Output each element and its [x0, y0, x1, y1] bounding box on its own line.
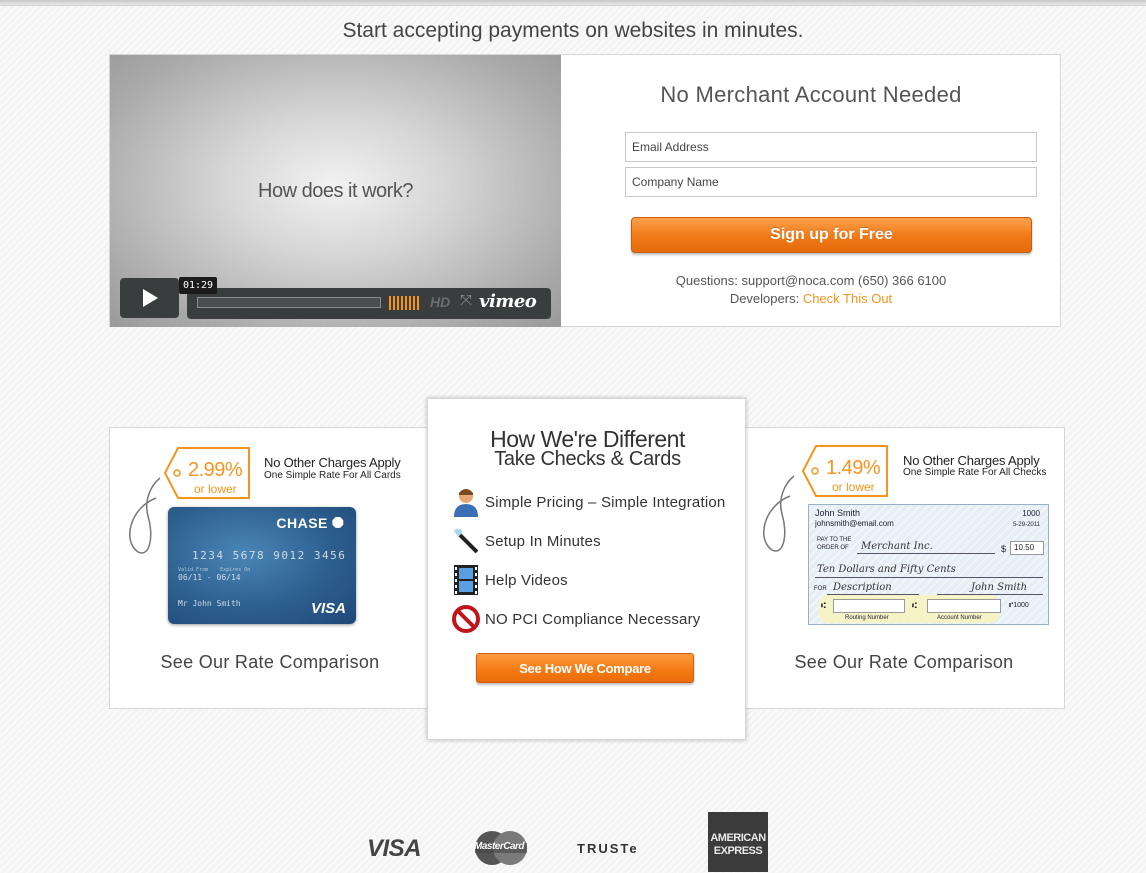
card-rate-value: 2.99%: [188, 459, 243, 481]
developers-link[interactable]: Check This Out: [803, 291, 892, 306]
how-different-panel: How We're Different Take Checks & Cards …: [427, 398, 746, 740]
check-rate-value: 1.49%: [826, 457, 881, 479]
check-apply-title: No Other Charges Apply: [903, 453, 1040, 468]
contact-info: Questions: support@noca.com (650) 366 61…: [541, 272, 1081, 308]
card-brand: VISA: [310, 600, 346, 617]
hero-panel: How does it work? HD ⤧ vimeo 01:29 No Me…: [109, 54, 1061, 327]
card-holder: Mr John Smith: [178, 599, 241, 608]
card-rate-comparison-link[interactable]: See Our Rate Comparison: [110, 652, 430, 673]
check-rate-sub: or lower: [832, 480, 875, 494]
video-player[interactable]: How does it work? HD ⤧ vimeo 01:29: [110, 55, 561, 327]
visa-logo: VISA: [367, 835, 422, 862]
credit-card-image: CHASE ⯃ 1234 5678 9012 3456 Valid From E…: [168, 507, 356, 624]
american-express-logo: AMERICAN EXPRESS: [708, 812, 768, 872]
check-rate-panel: 1.49% or lower No Other Charges Apply On…: [743, 427, 1065, 709]
person-icon: [451, 487, 481, 517]
card-rate-panel: 2.99% or lower No Other Charges Apply On…: [109, 427, 431, 709]
no-entry-icon: [451, 604, 481, 634]
card-apply-title: No Other Charges Apply: [264, 455, 401, 470]
questions-label: Questions:: [675, 273, 738, 288]
company-name-field[interactable]: [625, 167, 1037, 197]
video-title: How does it work?: [258, 180, 413, 202]
volume-meter[interactable]: [389, 296, 421, 310]
card-rate-sub: or lower: [194, 482, 237, 496]
card-number: 1234 5678 9012 3456: [192, 549, 347, 562]
mastercard-logo: MasterCard: [472, 830, 530, 866]
signup-title: No Merchant Account Needed: [660, 82, 962, 107]
check-image: John Smith johnsmith@email.com 1000 5-29…: [808, 504, 1049, 625]
feature-item: Help Videos: [451, 565, 568, 595]
fullscreen-icon[interactable]: ⤧: [460, 292, 472, 309]
signup-form: No Merchant Account Needed Sign up for F…: [561, 55, 1061, 327]
different-title: How We're Different: [490, 426, 685, 452]
check-rate-comparison-link[interactable]: See Our Rate Comparison: [744, 652, 1064, 673]
vimeo-logo[interactable]: vimeo: [479, 291, 537, 312]
truste-logo: TRUSTe: [577, 841, 639, 856]
play-icon: [142, 289, 158, 307]
questions-contact: support@noca.com (650) 366 6100: [741, 273, 947, 288]
video-controls: HD ⤧ vimeo: [187, 288, 551, 319]
different-subtitle: Take Checks & Cards: [494, 448, 681, 470]
check-apply-sub: One Simple Rate For All Checks: [903, 467, 1047, 478]
routing-number-box: [833, 599, 905, 613]
feature-item: Setup In Minutes: [451, 526, 601, 556]
developers-label: Developers:: [729, 291, 800, 306]
hd-toggle[interactable]: HD: [430, 294, 450, 310]
card-dates: Valid From Expires On 06/11 - 06/14: [178, 567, 251, 582]
magic-wand-icon: [451, 526, 481, 556]
page-headline: Start accepting payments on websites in …: [342, 19, 804, 42]
email-field[interactable]: [625, 132, 1037, 162]
chase-octagon-icon: ⯃: [332, 515, 344, 531]
video-play-button[interactable]: [120, 278, 179, 318]
card-issuer: CHASE ⯃: [276, 515, 344, 531]
card-apply-sub: One Simple Rate For All Cards: [264, 470, 401, 481]
signup-button[interactable]: Sign up for Free: [631, 217, 1032, 253]
film-strip-icon: [451, 565, 481, 595]
video-progress-bar[interactable]: [197, 297, 381, 308]
feature-item: Simple Pricing – Simple Integration: [451, 487, 725, 517]
browser-top-edge: [0, 0, 1146, 6]
video-time-badge: 01:29: [179, 277, 217, 294]
feature-item: NO PCI Compliance Necessary: [451, 604, 700, 634]
see-how-we-compare-button[interactable]: See How We Compare: [476, 653, 694, 683]
account-number-box: [927, 599, 1001, 613]
